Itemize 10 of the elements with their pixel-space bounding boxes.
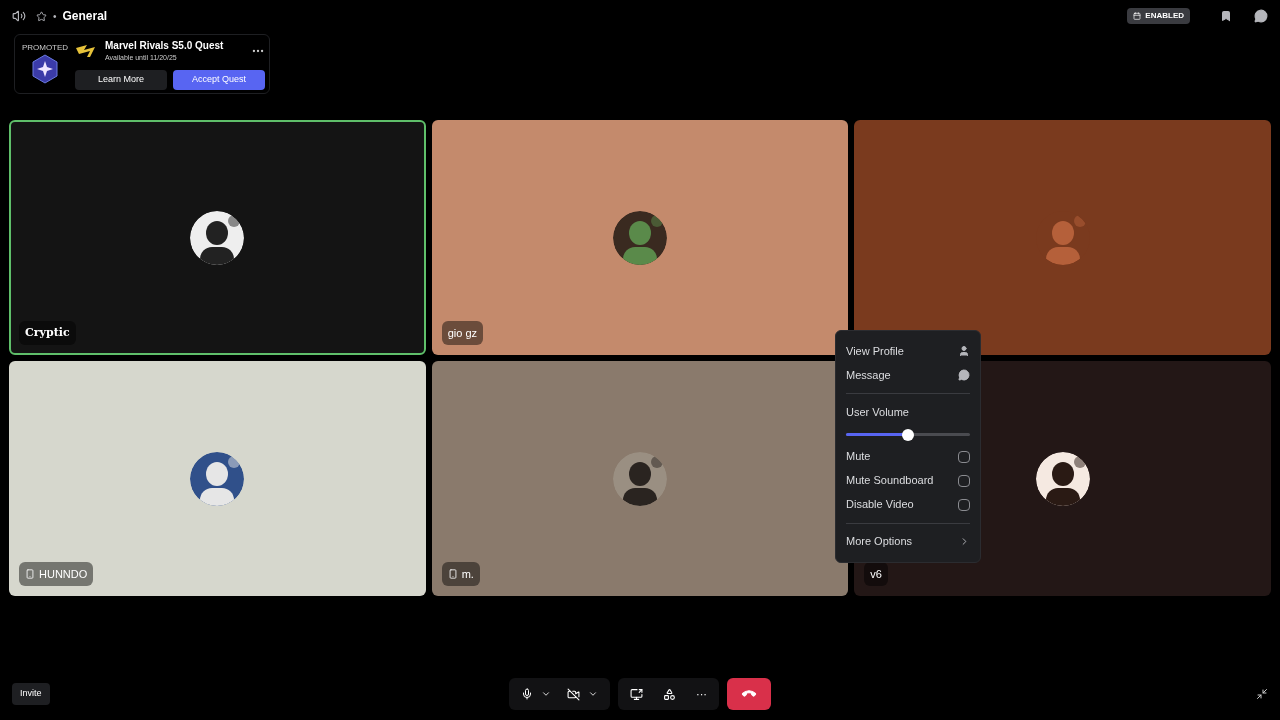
user-name: HUNNDO [39, 566, 88, 582]
user-name: gio gz [447, 325, 477, 341]
channel-title: General [62, 8, 108, 25]
status-badge: ENABLED [1127, 8, 1190, 24]
user-name: Cryptic [25, 324, 70, 341]
user-name: v6 [870, 566, 882, 582]
quest-title: Marvel Rivals S5.0 Quest [105, 39, 224, 54]
user-name: m. [461, 566, 474, 582]
promoted-label: PROMOTED [21, 44, 69, 52]
separator-dot: • [53, 9, 57, 24]
